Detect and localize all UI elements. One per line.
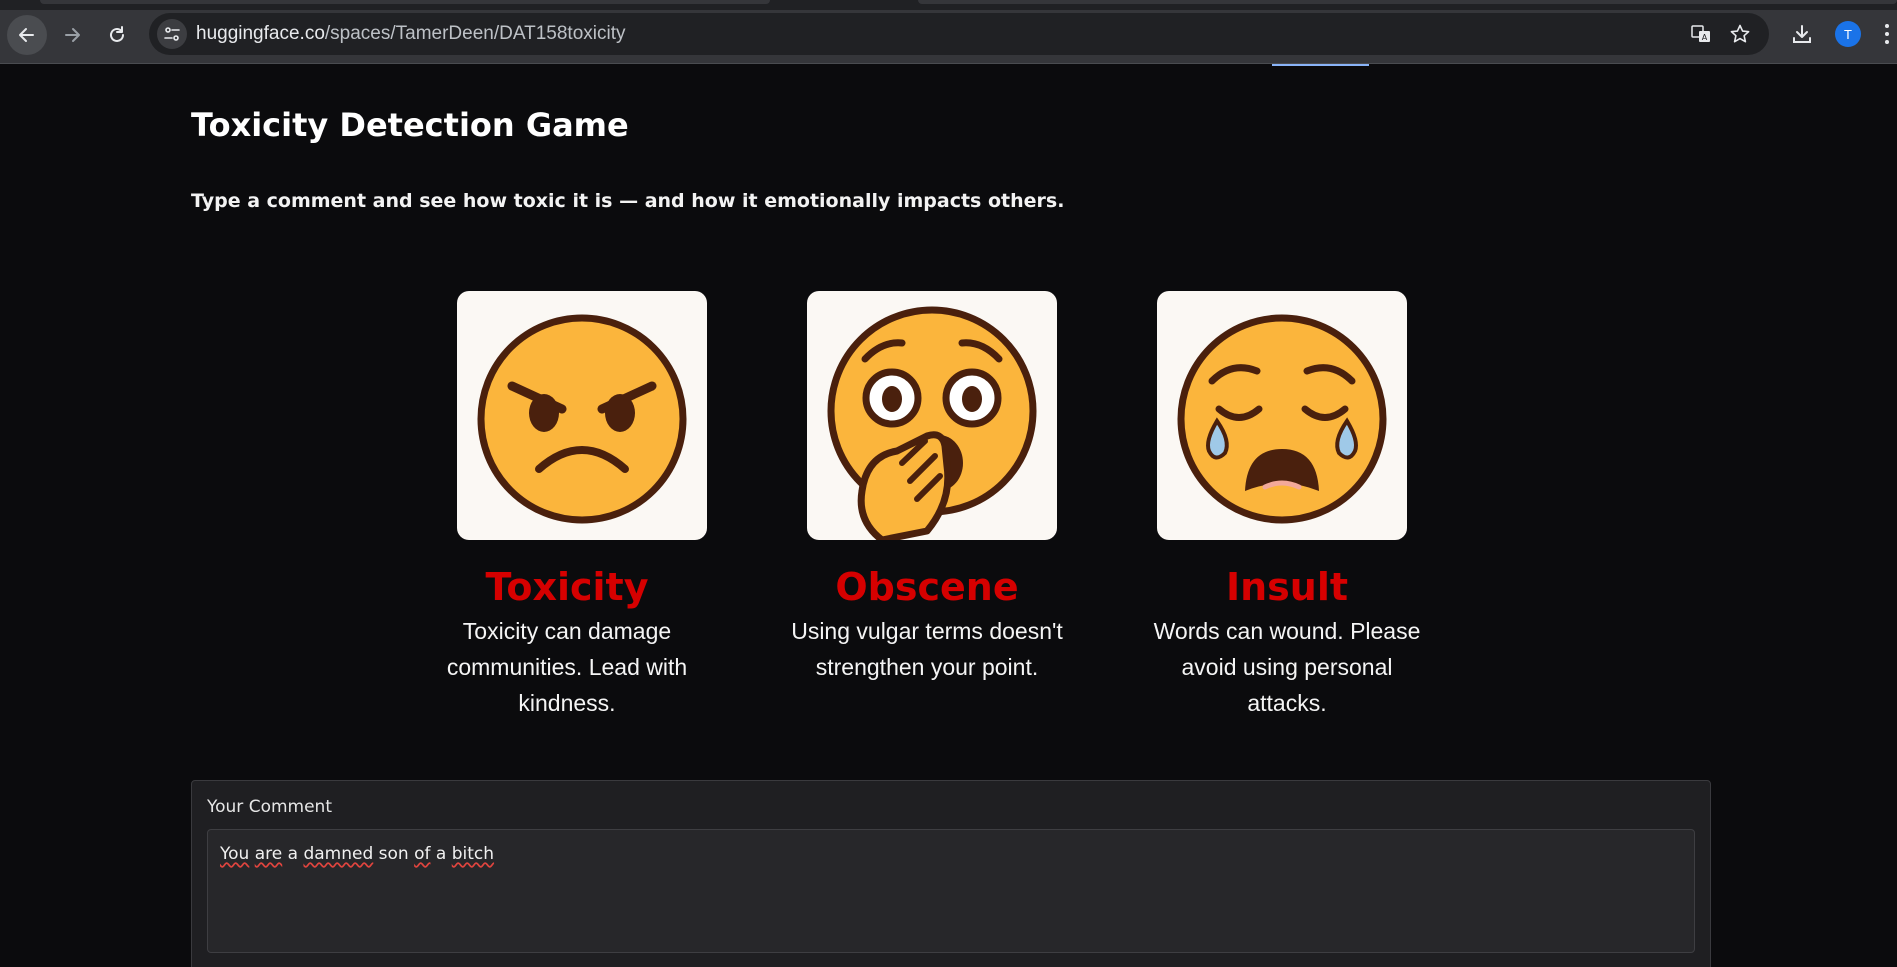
arrow-right-icon (65, 28, 80, 42)
category-card-obscene: Obscene Using vulgar terms doesn't stren… (791, 291, 1063, 680)
comment-word: bitch (451, 844, 495, 864)
forward-button[interactable] (52, 15, 92, 55)
page-subtitle: Type a comment and see how toxic it is —… (191, 190, 1065, 212)
arrow-left-icon (19, 28, 34, 42)
card-description: Toxicity can damage communities. Lead wi… (446, 618, 688, 716)
comment-word: a (435, 844, 447, 864)
comment-word: a (287, 844, 299, 864)
comment-word: son (378, 844, 409, 864)
comment-word: You (220, 844, 250, 864)
category-card-toxicity: Toxicity Toxicity can damage communities… (447, 291, 707, 716)
bookmark-star-icon[interactable] (1728, 22, 1752, 46)
card-title: Obscene (835, 565, 1019, 609)
page-title: Toxicity Detection Game (191, 106, 629, 144)
comment-word: of (414, 844, 431, 864)
download-icon[interactable] (1788, 20, 1816, 48)
card-title: Insult (1225, 565, 1349, 609)
tab-strip (0, 0, 1897, 10)
shocked-face-icon (807, 291, 1057, 540)
angry-face-icon (457, 291, 707, 540)
site-info-icon[interactable] (157, 19, 187, 49)
comment-panel: Your Comment You are a damned son of a b… (191, 780, 1711, 967)
tab[interactable] (40, 0, 770, 4)
reload-icon (110, 26, 124, 42)
translate-icon[interactable]: A (1689, 22, 1713, 46)
tab[interactable] (918, 0, 1897, 4)
profile-avatar[interactable]: T (1835, 21, 1861, 47)
reload-button[interactable] (97, 15, 137, 55)
browser-menu-icon[interactable] (1880, 18, 1894, 50)
comment-word: damned (303, 844, 374, 864)
tab-indicator (1272, 64, 1369, 66)
comment-label: Your Comment (207, 797, 332, 817)
comment-word: are (254, 844, 283, 864)
category-card-insult: Insult Words can wound. Please avoid usi… (1154, 291, 1420, 716)
browser-toolbar: huggingface.co/spaces/TamerDeen/DAT158to… (0, 0, 1897, 64)
back-button[interactable] (7, 15, 47, 55)
card-description: Words can wound. Please avoid using pers… (1153, 618, 1421, 716)
card-description: Using vulgar terms doesn't strengthen yo… (791, 618, 1063, 680)
url-path: /spaces/TamerDeen/DAT158toxicity (324, 23, 626, 44)
card-title: Toxicity (485, 565, 649, 609)
crying-face-icon (1157, 291, 1407, 540)
comment-input[interactable]: You are a damned son of a bitch (207, 829, 1695, 953)
url-host: huggingface.co (196, 23, 325, 44)
svg-text:A: A (1702, 33, 1708, 42)
url-text[interactable]: huggingface.co/spaces/TamerDeen/DAT158to… (196, 23, 626, 45)
address-bar[interactable]: huggingface.co/spaces/TamerDeen/DAT158to… (149, 13, 1769, 55)
